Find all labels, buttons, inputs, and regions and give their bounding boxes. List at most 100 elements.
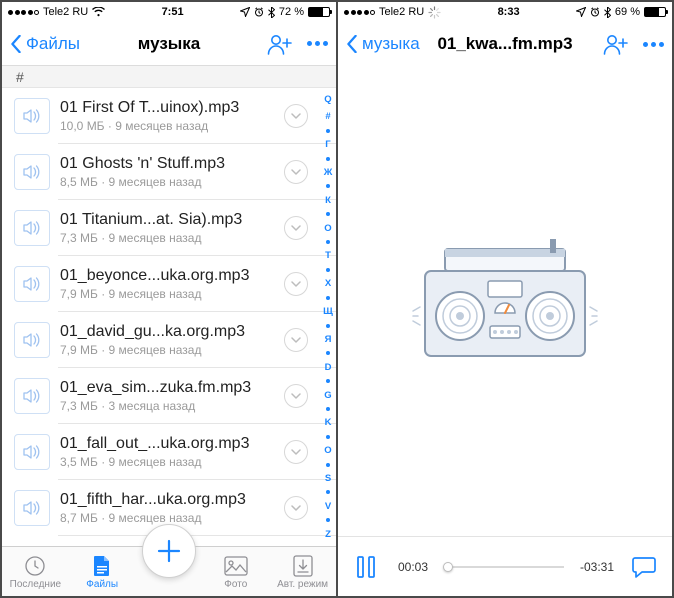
- file-meta: 7,3 МБ · 3 месяца назад: [60, 399, 284, 413]
- fab-add[interactable]: [142, 524, 196, 578]
- index-dot[interactable]: [326, 490, 330, 494]
- index-dot[interactable]: [326, 184, 330, 188]
- row-more-button[interactable]: [284, 272, 308, 296]
- tab-photos[interactable]: Фото: [203, 554, 269, 590]
- index-dot[interactable]: [326, 296, 330, 300]
- file-text: 01_fall_out_...uka.org.mp3 3,5 МБ · 9 мес…: [60, 435, 284, 469]
- row-more-button[interactable]: [284, 328, 308, 352]
- file-row[interactable]: 01_beyonce...uka.org.mp37,9 МБ · 9 месяц…: [2, 256, 336, 312]
- pause-icon: [357, 556, 375, 578]
- index-letter[interactable]: Г: [325, 139, 330, 150]
- audio-file-icon: [14, 154, 50, 190]
- index-letter[interactable]: #: [325, 111, 330, 122]
- tab-recent[interactable]: Последние: [2, 554, 68, 590]
- chat-icon: [632, 556, 656, 578]
- audio-file-icon: [14, 490, 50, 526]
- tab-label: Последние: [10, 579, 61, 590]
- file-icon: [90, 554, 114, 578]
- tab-label: Файлы: [86, 579, 118, 590]
- file-text: 01_beyonce...uka.org.mp37,9 МБ · 9 месяц…: [60, 267, 284, 301]
- index-dot[interactable]: [326, 157, 330, 161]
- row-more-button[interactable]: [284, 104, 308, 128]
- index-dot[interactable]: [326, 351, 330, 355]
- add-user-icon[interactable]: [267, 33, 293, 55]
- pause-button[interactable]: [352, 553, 380, 581]
- index-letter[interactable]: Z: [325, 529, 331, 540]
- player-controls: 00:03 -03:31: [338, 536, 672, 596]
- comments-button[interactable]: [630, 553, 658, 581]
- file-name: 01 Ghosts 'n' Stuff.mp3: [60, 155, 284, 173]
- file-name: 01_beyonce...uka.org.mp3: [60, 267, 284, 285]
- index-letter[interactable]: Ж: [324, 167, 333, 178]
- alarm-icon: [254, 7, 264, 17]
- row-more-button[interactable]: [284, 160, 308, 184]
- row-more-button[interactable]: [284, 384, 308, 408]
- clock-icon: [23, 554, 47, 578]
- battery-icon: [308, 7, 330, 17]
- battery-pct: 72 %: [279, 6, 304, 18]
- file-row[interactable]: 01 First Of T...uinox).mp310,0 МБ · 9 ме…: [2, 88, 336, 144]
- file-meta: 7,3 МБ · 9 месяцев назад: [60, 231, 284, 245]
- file-row[interactable]: 01 Ghosts 'n' Stuff.mp38,5 МБ · 9 месяце…: [2, 144, 336, 200]
- download-icon: [291, 554, 315, 578]
- index-letter[interactable]: V: [325, 501, 331, 512]
- index-dot[interactable]: [326, 268, 330, 272]
- index-letter[interactable]: Q: [324, 94, 331, 105]
- file-name: 01_fall_out_...uka.org.mp3: [60, 435, 284, 453]
- file-row[interactable]: 01_eva_sim...zuka.fm.mp37,3 МБ · 3 месяц…: [2, 368, 336, 424]
- bluetooth-icon: [604, 7, 611, 18]
- seek-slider[interactable]: [446, 557, 564, 577]
- location-icon: [576, 7, 586, 17]
- row-more-button[interactable]: [284, 440, 308, 464]
- file-row[interactable]: 01_fall_out_...uka.org.mp3 3,5 МБ · 9 мес…: [2, 424, 336, 480]
- battery-pct: 69 %: [615, 6, 640, 18]
- index-letter[interactable]: S: [325, 473, 331, 484]
- row-more-button[interactable]: [284, 216, 308, 240]
- status-bar: Tele2 RU 8:33 69 %: [338, 2, 672, 22]
- file-row[interactable]: 01_david_gu...ka.org.mp37,9 МБ · 9 месяц…: [2, 312, 336, 368]
- index-dot[interactable]: [326, 129, 330, 133]
- index-dot[interactable]: [326, 212, 330, 216]
- add-user-icon[interactable]: [603, 33, 629, 55]
- index-letter[interactable]: Я: [325, 334, 332, 345]
- index-letter[interactable]: D: [325, 362, 332, 373]
- index-dot[interactable]: [326, 435, 330, 439]
- plus-icon: [156, 538, 182, 564]
- chevron-left-icon: [346, 35, 358, 53]
- location-icon: [240, 7, 250, 17]
- nav-bar: Файлы музыка: [2, 22, 336, 66]
- file-list[interactable]: 01 First Of T...uinox).mp310,0 МБ · 9 ме…: [2, 88, 336, 546]
- files-screen: Tele2 RU 7:51 72 % Файлы музыка: [2, 2, 336, 596]
- index-letter[interactable]: K: [325, 417, 332, 428]
- index-dot[interactable]: [326, 407, 330, 411]
- index-letter[interactable]: К: [325, 195, 331, 206]
- more-button[interactable]: [643, 42, 664, 47]
- status-bar: Tele2 RU 7:51 72 %: [2, 2, 336, 22]
- tab-auto[interactable]: Авт. режим: [270, 554, 336, 590]
- back-button[interactable]: музыка: [346, 34, 420, 54]
- file-meta: 3,5 МБ · 9 месяцев назад: [60, 455, 284, 469]
- index-letter[interactable]: Т: [325, 250, 331, 261]
- photo-icon: [224, 554, 248, 578]
- index-strip[interactable]: Q # Г Ж К О Т Х Щ Я D G K O S V Z: [321, 90, 335, 544]
- index-letter[interactable]: O: [324, 445, 331, 456]
- section-header: #: [2, 66, 336, 88]
- file-row[interactable]: 01 Titanium...at. Sia).mp37,3 МБ · 9 мес…: [2, 200, 336, 256]
- index-letter[interactable]: Х: [325, 278, 331, 289]
- back-button[interactable]: Файлы: [10, 34, 80, 54]
- index-letter[interactable]: Щ: [323, 306, 333, 317]
- index-dot[interactable]: [326, 463, 330, 467]
- index-letter[interactable]: G: [324, 390, 331, 401]
- player-screen: Tele2 RU 8:33 69 % музыка 01_kwa...fm.mp…: [338, 2, 672, 596]
- tab-files[interactable]: Файлы: [69, 554, 135, 590]
- index-dot[interactable]: [326, 240, 330, 244]
- index-dot[interactable]: [326, 379, 330, 383]
- more-button[interactable]: [307, 41, 328, 46]
- row-more-button[interactable]: [284, 496, 308, 520]
- audio-file-icon: [14, 434, 50, 470]
- file-text: 01_david_gu...ka.org.mp37,9 МБ · 9 месяц…: [60, 323, 284, 357]
- index-dot[interactable]: [326, 518, 330, 522]
- index-dot[interactable]: [326, 324, 330, 328]
- index-letter[interactable]: О: [324, 223, 331, 234]
- file-meta: 7,9 МБ · 9 месяцев назад: [60, 343, 284, 357]
